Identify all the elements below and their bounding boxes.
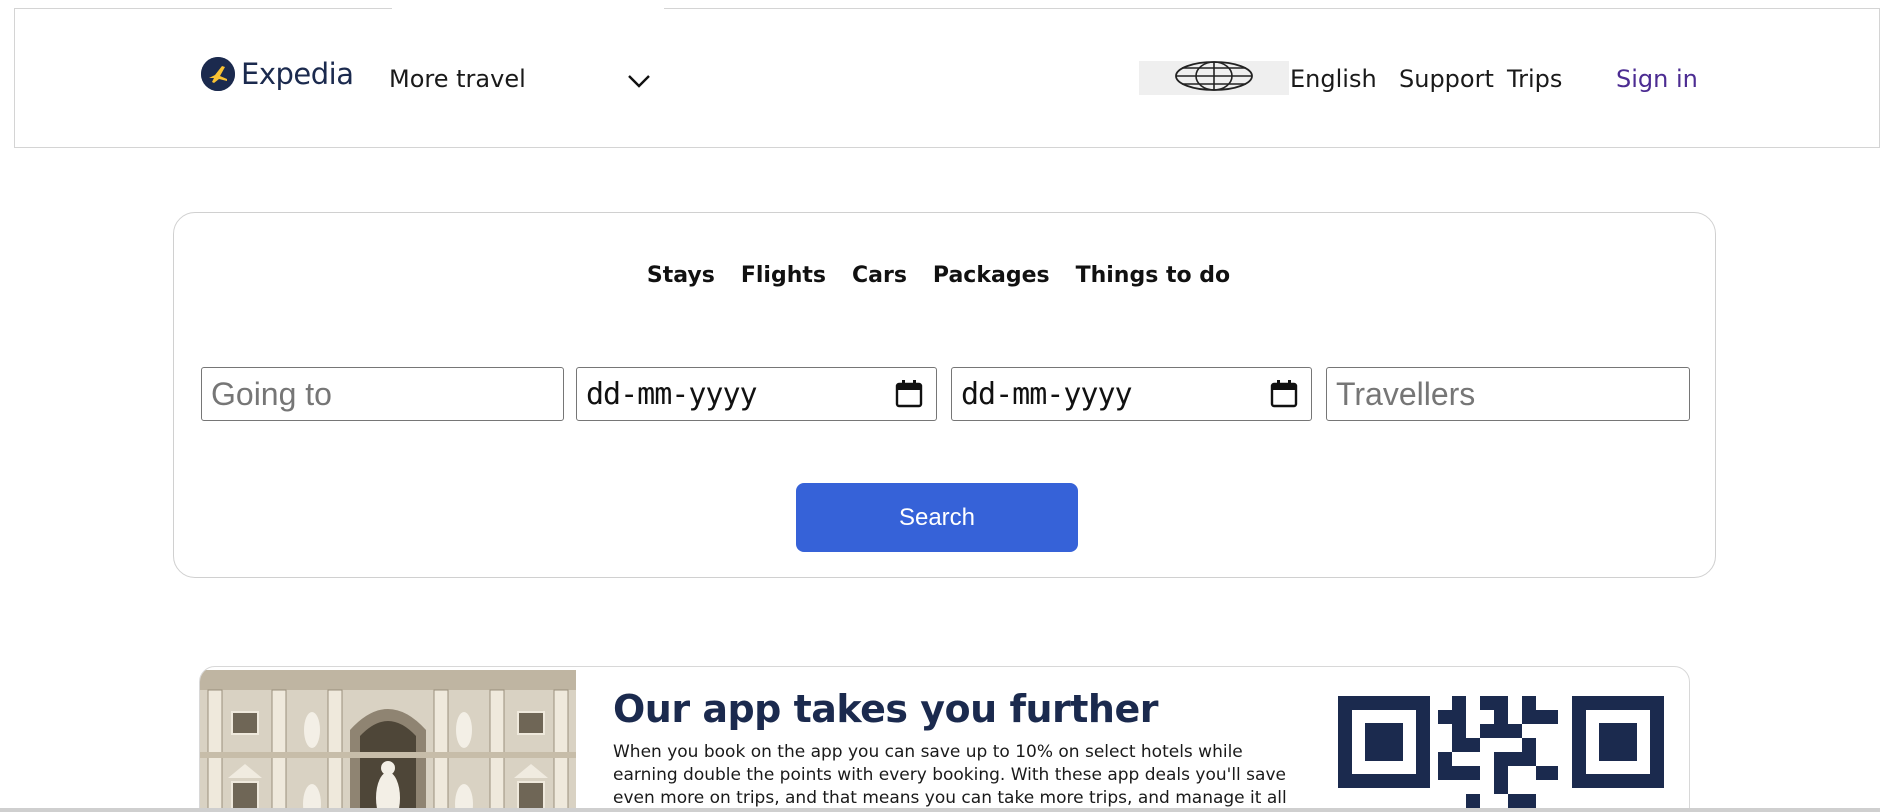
trips-link[interactable]: Trips xyxy=(1507,65,1562,93)
support-link[interactable]: Support xyxy=(1399,65,1494,93)
search-tabs: Stays Flights Cars Packages Things to do xyxy=(174,263,1715,288)
check-out-date-field[interactable]: dd-mm-yyyy xyxy=(951,367,1312,421)
tab-flights[interactable]: Flights xyxy=(741,263,826,288)
window-bottom-edge xyxy=(0,808,1880,812)
app-promo-banner: Our app takes you further When you book … xyxy=(199,666,1690,812)
trevi-fountain-photo xyxy=(200,670,576,812)
check-in-date-input[interactable]: dd-mm-yyyy xyxy=(577,377,894,412)
check-in-date-field[interactable]: dd-mm-yyyy xyxy=(576,367,937,421)
header-gap xyxy=(392,7,664,11)
check-out-date-input[interactable]: dd-mm-yyyy xyxy=(952,377,1269,412)
travellers-field xyxy=(1326,367,1690,421)
tab-things-to-do[interactable]: Things to do xyxy=(1076,263,1231,288)
tab-stays[interactable]: Stays xyxy=(647,263,715,288)
calendar-icon[interactable] xyxy=(1269,379,1299,409)
going-to-input[interactable] xyxy=(202,368,563,420)
site-header: Expedia More travel English Support Trip… xyxy=(14,7,1880,148)
search-button[interactable]: Search xyxy=(796,483,1078,552)
more-travel-menu[interactable]: More travel xyxy=(389,65,526,93)
plane-in-circle-icon xyxy=(201,57,235,91)
chevron-down-icon[interactable] xyxy=(627,73,651,93)
calendar-icon[interactable] xyxy=(894,379,924,409)
expedia-logo[interactable]: Expedia xyxy=(201,57,354,91)
sign-in-link[interactable]: Sign in xyxy=(1616,65,1698,93)
promo-title: Our app takes you further xyxy=(613,687,1159,731)
language-globe-button[interactable] xyxy=(1139,61,1289,95)
qr-code-icon xyxy=(1338,696,1664,812)
travellers-input[interactable] xyxy=(1327,368,1689,420)
language-link[interactable]: English xyxy=(1290,65,1377,93)
logo-text: Expedia xyxy=(241,57,354,91)
tab-cars[interactable]: Cars xyxy=(852,263,907,288)
promo-description: When you book on the app you can save up… xyxy=(613,742,1287,812)
search-card: Stays Flights Cars Packages Things to do… xyxy=(173,212,1716,578)
globe-icon xyxy=(1174,60,1254,96)
tab-packages[interactable]: Packages xyxy=(933,263,1050,288)
going-to-field xyxy=(201,367,564,421)
